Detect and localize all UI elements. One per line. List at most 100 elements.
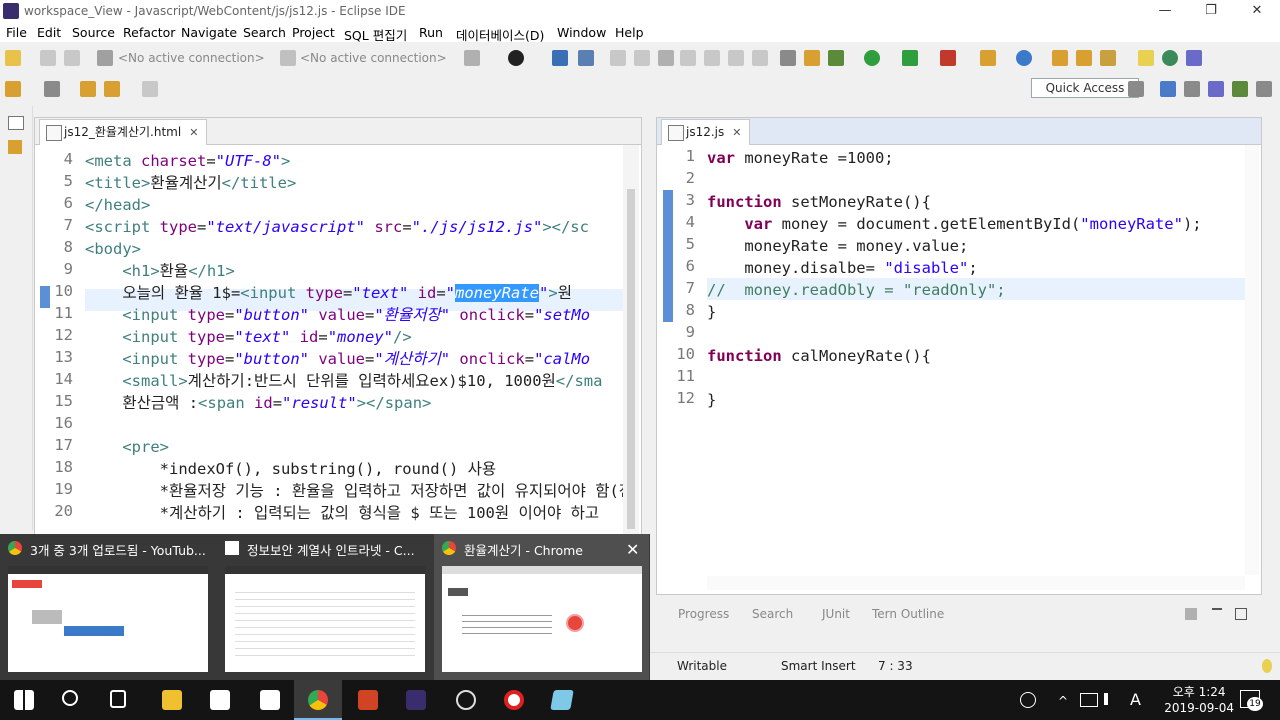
taskbar-recorder[interactable] <box>490 680 538 720</box>
run-last-icon[interactable] <box>902 50 918 66</box>
minimize-view-icon[interactable] <box>1212 608 1222 618</box>
code-line[interactable]: function calMoneyRate(){ <box>707 345 931 367</box>
maximize-view-icon[interactable] <box>1235 608 1247 620</box>
task-view-button[interactable] <box>96 680 144 720</box>
last-edit-icon[interactable] <box>80 81 96 97</box>
back-icon[interactable] <box>104 81 120 97</box>
code-line[interactable]: <input type="button" value="환율저장" onclic… <box>85 304 590 326</box>
suspend-icon[interactable] <box>634 50 650 66</box>
taskbar-explorer[interactable] <box>148 680 196 720</box>
search-tool-icon[interactable] <box>1100 50 1116 66</box>
save-all-icon[interactable] <box>64 50 80 66</box>
js-code-area[interactable]: 1 var moneyRate =1000; 2 3 function setMoney… <box>657 145 1245 575</box>
prev-annotation-icon[interactable] <box>44 81 60 97</box>
resume-icon[interactable] <box>610 50 626 66</box>
step-over-icon[interactable] <box>728 50 744 66</box>
menu-help[interactable]: Help <box>615 25 644 40</box>
sql-icon[interactable] <box>464 50 480 66</box>
open-type-icon[interactable] <box>1052 50 1068 66</box>
taskbar-chrome[interactable] <box>294 680 342 720</box>
code-line[interactable]: money.disalbe= "disable"; <box>707 257 977 279</box>
code-line[interactable]: var money = document.getElementById("mon… <box>707 213 1201 235</box>
taskbar-mail[interactable] <box>246 680 294 720</box>
vertical-scrollbar[interactable] <box>1245 145 1259 575</box>
new-icon[interactable] <box>5 50 21 66</box>
pin-icon[interactable] <box>578 50 594 66</box>
taskbar-eclipse[interactable] <box>392 680 440 720</box>
disconnect-icon[interactable] <box>680 50 696 66</box>
close-tab-icon[interactable]: ✕ <box>189 126 198 139</box>
code-line[interactable]: <h1>환율</h1> <box>85 260 235 282</box>
debug-icon[interactable] <box>828 50 844 66</box>
code-line[interactable]: <body> <box>85 238 141 260</box>
terminate-icon[interactable] <box>658 50 674 66</box>
step-return-icon[interactable] <box>752 50 768 66</box>
open-resource-icon[interactable] <box>1076 50 1092 66</box>
menu-refactor[interactable]: Refactor <box>123 25 175 40</box>
code-line[interactable]: var moneyRate =1000; <box>707 147 894 169</box>
ime-indicator[interactable]: A <box>1130 690 1141 709</box>
annotation-icon[interactable] <box>5 81 21 97</box>
tab-search[interactable]: Search <box>752 607 793 621</box>
database-icon[interactable] <box>97 50 113 66</box>
code-line[interactable]: <input type="button" value="계산하기" onclic… <box>85 348 590 370</box>
close-button[interactable]: ✕ <box>1234 0 1280 22</box>
run-icon[interactable] <box>864 50 880 66</box>
menu-file[interactable]: File <box>6 25 27 40</box>
tab-progress[interactable]: Progress <box>678 607 729 621</box>
code-line[interactable]: 환산금액 :<span id="result"></span> <box>85 392 431 414</box>
lightbulb-icon[interactable] <box>1262 659 1272 673</box>
code-line[interactable]: <input type="text" id="money"/> <box>85 326 411 348</box>
save-icon[interactable] <box>40 50 56 66</box>
code-line[interactable]: <pre> <box>85 436 169 458</box>
preview-intranet[interactable]: 정보보안 계열사 인트라넷 - C... <box>217 534 432 680</box>
preview-currency-chrome[interactable]: 환율계산기 - Chrome ✕ <box>434 534 649 680</box>
vertical-scrollbar[interactable] <box>623 145 639 535</box>
java-ee-perspective-icon[interactable] <box>1160 81 1176 97</box>
volume-icon[interactable] <box>1104 693 1122 705</box>
menu-database[interactable]: 데이터베이스(D) <box>456 25 544 44</box>
html-code-area[interactable]: 4 <meta charset="UTF-8"> 5 <title>환율계산기</ti… <box>35 145 623 535</box>
code-line[interactable]: <script type="text/javascript" src="./js… <box>85 216 589 238</box>
preview-youtube[interactable]: 3개 중 3개 업로드됨 - YouTub... <box>0 534 215 680</box>
code-line[interactable]: *환율저장 기능 : 환율을 입력하고 저장하면 값이 유지되어야 함(전 <box>85 480 623 502</box>
minimize-button[interactable]: — <box>1142 0 1188 22</box>
schema-icon[interactable] <box>280 50 296 66</box>
start-button[interactable] <box>0 680 48 720</box>
java-perspective-icon[interactable] <box>1232 81 1248 97</box>
database-perspective-icon[interactable] <box>1184 81 1200 97</box>
scrollbar-thumb[interactable] <box>627 189 635 529</box>
open-perspective-icon[interactable] <box>1128 81 1144 97</box>
project-explorer-icon[interactable] <box>8 140 22 154</box>
code-line[interactable]: <meta charset="UTF-8"> <box>85 150 290 172</box>
new-server-icon[interactable] <box>980 50 996 66</box>
code-line[interactable]: // money.readObly = "readOnly"; <box>707 279 1006 301</box>
globe-icon[interactable] <box>1162 50 1178 66</box>
code-line[interactable]: } <box>707 389 716 411</box>
search-button[interactable] <box>48 680 96 720</box>
external-tools-icon[interactable] <box>940 50 956 66</box>
taskbar-camera[interactable] <box>442 680 490 720</box>
code-line[interactable]: moneyRate = money.value; <box>707 235 968 257</box>
network-icon[interactable] <box>1080 693 1098 707</box>
connection-selector-2[interactable]: <No active connection> <box>300 51 447 65</box>
code-line[interactable]: <title>환율계산기</title> <box>85 172 296 194</box>
menu-search[interactable]: Search <box>243 25 286 40</box>
people-icon[interactable] <box>1020 692 1036 708</box>
chevron-up-icon[interactable]: ^ <box>1058 694 1068 708</box>
connection-selector[interactable]: <No active connection> <box>118 51 265 65</box>
console-icon[interactable] <box>552 50 568 66</box>
taskbar-powerpoint[interactable] <box>344 680 392 720</box>
taskbar-notes[interactable] <box>538 680 586 720</box>
tab-junit[interactable]: JUnit <box>822 607 850 621</box>
tab-js12-js[interactable]: js12.js ✕ <box>661 119 751 145</box>
web-browser-icon[interactable] <box>1016 50 1032 66</box>
highlight-icon[interactable] <box>1138 50 1154 66</box>
quick-access-input[interactable]: Quick Access <box>1031 78 1139 98</box>
menu-window[interactable]: Window <box>557 25 606 40</box>
code-line[interactable]: </head> <box>85 194 150 216</box>
clock[interactable]: 오후 1:24 2019-09-04 <box>1164 684 1234 716</box>
view-menu-icon[interactable] <box>1185 608 1197 620</box>
code-line[interactable]: *계산하기 : 입력되는 값의 형식을 $ 또는 100원 이어야 하고 <box>85 502 599 524</box>
code-line[interactable]: } <box>707 301 716 323</box>
